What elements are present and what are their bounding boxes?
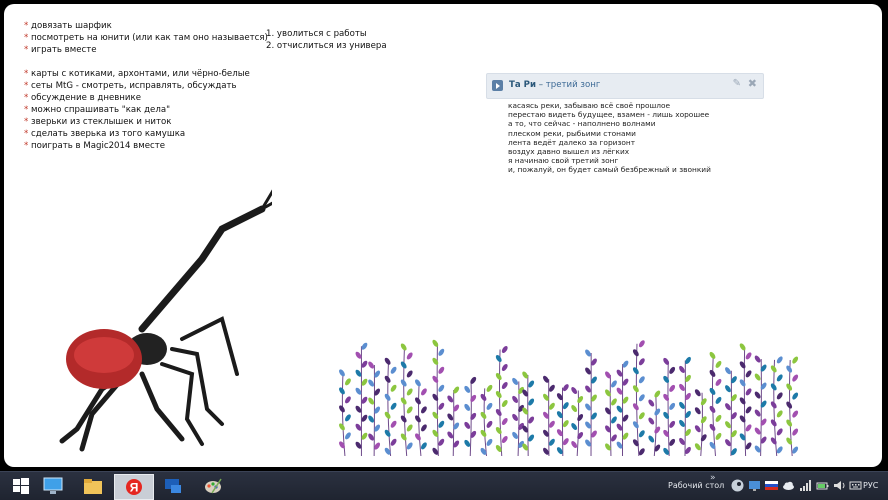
track-title[interactable]: третий зонг: [546, 80, 601, 90]
taskbar-app-remote[interactable]: [154, 474, 192, 498]
close-icon[interactable]: ✖: [748, 77, 757, 90]
lyrics-line: а то, что сейчас - наполнено волнами: [508, 119, 656, 129]
paint-icon: [205, 478, 222, 494]
taskbar-app-explorer[interactable]: [74, 474, 112, 498]
taskbar-app-paint[interactable]: [194, 474, 232, 498]
note-item: 2. отчислиться из универа: [266, 41, 387, 51]
monitor-icon[interactable]: [748, 479, 761, 492]
lyrics-line: перестаю видеть будущее, взамен - лишь х…: [508, 110, 710, 120]
giraffe-weevil-image: [59, 189, 272, 452]
audio-player[interactable]: Та Ри – третий зонг ✎ ✖: [486, 73, 764, 99]
lyrics-text: касаясь реки, забываю всё своё прошлое пе…: [508, 101, 711, 175]
note-item: * обсуждение в дневнике: [24, 93, 141, 103]
desktop-toolbar-label[interactable]: Рабочий стол: [668, 481, 724, 490]
track-artist[interactable]: Та Ри: [509, 80, 536, 90]
note-item: * играть вместе: [24, 45, 97, 55]
keyboard-icon[interactable]: [849, 479, 862, 492]
note-item: * сеты MtG - смотреть, исправлять, обсуж…: [24, 81, 237, 91]
lyrics-line: воздух давно вышел из лёгких: [508, 147, 630, 157]
note-item: * зверьки из стеклышек и ниток: [24, 117, 172, 127]
file-explorer-icon: [84, 479, 102, 494]
lyrics-line: я начинаю свой третий зонг: [508, 156, 619, 166]
toolbar-chevron-icon[interactable]: »: [710, 473, 716, 483]
note-item: * посмотреть на юнити (или как там оно н…: [24, 33, 268, 43]
decorative-plants-image: [339, 339, 799, 457]
network-icon[interactable]: [799, 479, 812, 492]
lyrics-line: и, пожалуй, он будет самый безбрежный и …: [508, 165, 711, 175]
note-item: * можно спрашивать "как дела": [24, 105, 171, 115]
track-separator: –: [535, 80, 546, 90]
volume-icon[interactable]: [833, 479, 846, 492]
play-icon[interactable]: [492, 80, 503, 91]
language-indicator[interactable]: РУС: [863, 481, 878, 490]
flag-ru-icon[interactable]: [765, 479, 778, 492]
taskbar-app-desktop[interactable]: [34, 474, 72, 498]
pencil-icon[interactable]: ✎: [733, 78, 741, 89]
note-item: [24, 56, 268, 68]
yandex-browser-icon: Я: [126, 479, 142, 495]
taskbar: Я Рабочий стол » РУС: [0, 471, 888, 500]
note-item: * сделать зверька из того камушка: [24, 129, 186, 139]
note-item: * довязать шарфик: [24, 21, 112, 31]
desktop-wallpaper: * довязать шарфик * посмотреть на юнити (…: [4, 4, 882, 467]
lyrics-line: касаясь реки, забываю всё своё прошлое: [508, 101, 671, 110]
battery-icon[interactable]: [816, 479, 829, 492]
cloud-icon[interactable]: [782, 479, 795, 492]
track-info[interactable]: Та Ри – третий зонг: [509, 80, 600, 90]
todo-list: * довязать шарфик * посмотреть на юнити (…: [24, 20, 268, 152]
taskbar-app-yandex[interactable]: Я: [114, 474, 154, 500]
lyrics-line: плеском реки, рыбьими стонами: [508, 128, 636, 138]
start-icon: [13, 478, 29, 494]
steam-icon[interactable]: [731, 479, 744, 492]
remote-desktop-icon: [165, 479, 181, 493]
note-item: 1. уволиться с работы: [266, 29, 367, 39]
note-item: * поиграть в Magic2014 вместе: [24, 141, 166, 151]
svg-text:Я: Я: [130, 481, 139, 495]
todo-list-2: 1. уволиться с работы 2. отчислиться из у…: [266, 28, 387, 52]
lyrics-line: лента ведёт далеко за горизонт: [508, 137, 636, 147]
desktop-app-icon: [43, 477, 63, 494]
note-item: * карты с котиками, архонтами, или чёрно…: [24, 69, 250, 79]
